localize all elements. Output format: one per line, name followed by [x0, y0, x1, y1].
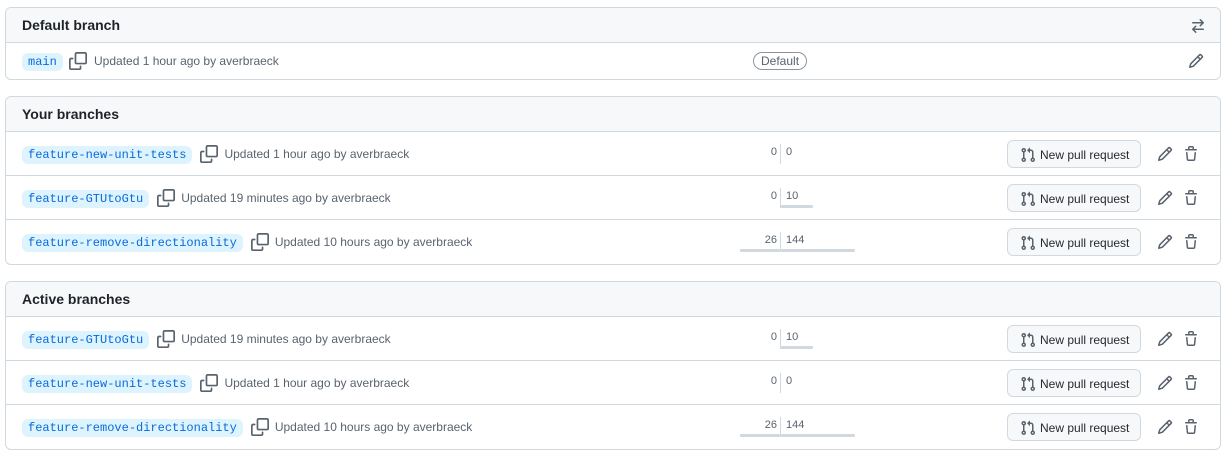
trash-icon[interactable]	[1183, 190, 1199, 206]
behind-count: 0	[770, 331, 777, 343]
copy-icon[interactable]	[157, 330, 176, 348]
branch-row: feature-remove-directionality Updated 10…	[6, 405, 1220, 449]
new-pull-request-label: New pull request	[1040, 421, 1130, 435]
updated-text: Updated 19 minutes ago by averbraeck	[181, 191, 391, 205]
new-pull-request-label: New pull request	[1040, 148, 1130, 162]
new-pull-request-button[interactable]: New pull request	[1007, 413, 1141, 441]
branch-row: feature-new-unit-tests Updated 1 hour ag…	[6, 132, 1220, 176]
your-branches-header: Your branches	[6, 97, 1220, 132]
ahead-count: 10	[786, 331, 799, 343]
new-pull-request-button[interactable]: New pull request	[1007, 325, 1141, 353]
new-pull-request-button[interactable]: New pull request	[1007, 140, 1141, 168]
ahead-count: 144	[786, 419, 805, 431]
trash-icon[interactable]	[1183, 375, 1199, 391]
git-pull-request-icon	[1021, 376, 1036, 392]
trash-icon[interactable]	[1183, 419, 1199, 435]
branch-row: feature-new-unit-tests Updated 1 hour ag…	[6, 361, 1220, 405]
trash-icon[interactable]	[1183, 331, 1199, 347]
ahead-bar	[781, 205, 813, 208]
git-pull-request-icon	[1021, 147, 1036, 163]
behind-bar	[740, 434, 780, 437]
copy-icon[interactable]	[200, 145, 219, 163]
branch-name-link[interactable]: feature-new-unit-tests	[22, 375, 193, 393]
ahead-bar	[781, 249, 855, 252]
copy-icon[interactable]	[250, 233, 269, 251]
your-branches-list: feature-new-unit-tests Updated 1 hour ag…	[6, 132, 1220, 264]
pencil-icon[interactable]	[1157, 146, 1173, 162]
updated-text: Updated 10 hours ago by averbraeck	[274, 420, 473, 434]
new-pull-request-label: New pull request	[1040, 333, 1130, 347]
behind-bar	[740, 249, 780, 252]
pencil-icon[interactable]	[1157, 234, 1173, 250]
ahead-bar	[781, 434, 855, 437]
trash-icon[interactable]	[1183, 234, 1199, 250]
ahead-count: 0	[786, 146, 793, 158]
default-branch-header: Default branch	[6, 8, 1220, 43]
ahead-count: 0	[786, 375, 793, 387]
updated-text: Updated 1 hour ago by averbraeck	[94, 54, 279, 68]
new-pull-request-label: New pull request	[1040, 377, 1130, 391]
copy-icon[interactable]	[200, 374, 219, 392]
git-pull-request-icon	[1021, 420, 1036, 436]
behind-count: 0	[770, 375, 777, 387]
pencil-icon[interactable]	[1188, 53, 1204, 69]
default-branch-row: main Updated 1 hour ago by averbraeck De…	[6, 43, 1220, 79]
your-branches-title: Your branches	[22, 106, 119, 122]
updated-text: Updated 19 minutes ago by averbraeck	[181, 332, 391, 346]
git-pull-request-icon	[1021, 332, 1036, 348]
behind-count: 0	[770, 146, 777, 158]
branch-row: feature-GTUtoGtu Updated 19 minutes ago …	[6, 317, 1220, 361]
branch-row: feature-GTUtoGtu Updated 19 minutes ago …	[6, 176, 1220, 220]
active-branches-section: Active branches feature-GTUtoGtu Updated…	[5, 281, 1221, 450]
active-branches-list: feature-GTUtoGtu Updated 19 minutes ago …	[6, 317, 1220, 449]
branch-name-link[interactable]: feature-GTUtoGtu	[22, 331, 150, 349]
active-branches-title: Active branches	[22, 291, 131, 307]
copy-icon[interactable]	[250, 418, 269, 436]
pencil-icon[interactable]	[1157, 419, 1173, 435]
updated-text: Updated 10 hours ago by averbraeck	[274, 235, 473, 249]
branch-name-link[interactable]: feature-remove-directionality	[22, 234, 243, 252]
updated-text: Updated 1 hour ago by averbraeck	[224, 147, 410, 161]
pencil-icon[interactable]	[1157, 375, 1173, 391]
new-pull-request-label: New pull request	[1040, 192, 1130, 206]
updated-text: Updated 1 hour ago by averbraeck	[224, 376, 410, 390]
active-branches-header: Active branches	[6, 282, 1220, 317]
default-badge: Default	[753, 52, 808, 70]
git-pull-request-icon	[1021, 191, 1036, 207]
pencil-icon[interactable]	[1157, 190, 1173, 206]
copy-icon[interactable]	[69, 52, 87, 70]
arrow-switch-icon[interactable]	[1190, 18, 1206, 34]
new-pull-request-label: New pull request	[1040, 236, 1130, 250]
ahead-count: 144	[786, 234, 805, 246]
default-branch-section: Default branch main Updated 1 hour ago b…	[5, 7, 1221, 80]
behind-count: 26	[764, 419, 777, 431]
copy-icon[interactable]	[157, 189, 176, 207]
git-pull-request-icon	[1021, 235, 1036, 251]
pencil-icon[interactable]	[1157, 331, 1173, 347]
branch-name-link[interactable]: main	[22, 53, 63, 71]
behind-count: 0	[770, 190, 777, 202]
ahead-count: 10	[786, 190, 799, 202]
ahead-behind-divider	[780, 373, 781, 393]
ahead-bar	[781, 346, 813, 349]
default-branch-title: Default branch	[22, 17, 121, 33]
new-pull-request-button[interactable]: New pull request	[1007, 184, 1141, 212]
new-pull-request-button[interactable]: New pull request	[1007, 369, 1141, 397]
your-branches-section: Your branches feature-new-unit-tests Upd…	[5, 96, 1221, 265]
branch-name-link[interactable]: feature-remove-directionality	[22, 419, 243, 437]
branch-name-link[interactable]: feature-new-unit-tests	[22, 146, 193, 164]
new-pull-request-button[interactable]: New pull request	[1007, 228, 1141, 256]
ahead-behind-divider	[780, 144, 781, 164]
behind-count: 26	[764, 234, 777, 246]
branch-row: feature-remove-directionality Updated 10…	[6, 220, 1220, 264]
trash-icon[interactable]	[1183, 146, 1199, 162]
branch-name-link[interactable]: feature-GTUtoGtu	[22, 190, 150, 208]
